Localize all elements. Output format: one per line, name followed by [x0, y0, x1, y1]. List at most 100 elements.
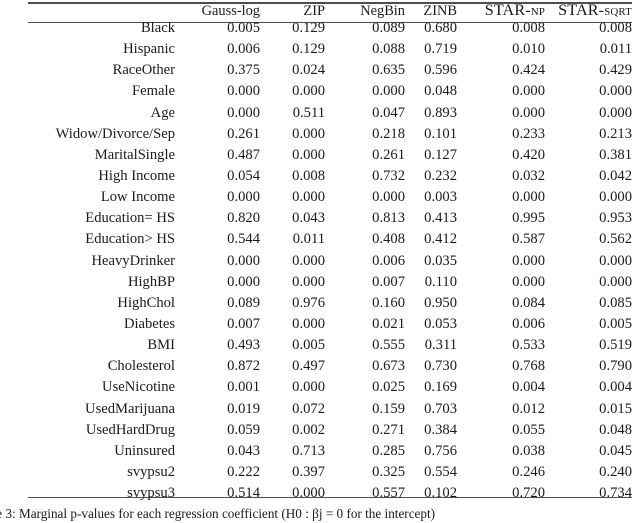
cell-pvalue: 0.375 [227, 62, 260, 79]
cell-pvalue: 0.010 [512, 41, 545, 58]
cell-pvalue: 0.893 [424, 104, 457, 121]
cell-pvalue: 0.159 [372, 400, 405, 417]
cell-pvalue: 0.000 [227, 189, 260, 206]
cell-pvalue: 0.000 [599, 273, 632, 290]
table-row: HighBP 0.000 0.000 0.007 0.110 0.000 0.000 [28, 273, 632, 296]
cell-pvalue: 0.000 [227, 273, 260, 290]
row-label: Black [140, 20, 175, 36]
table-row: RaceOther 0.375 0.024 0.635 0.596 0.424 0.429 [28, 63, 632, 84]
cell-pvalue: 0.003 [424, 189, 457, 206]
cell-pvalue: 0.519 [599, 337, 632, 354]
cell-pvalue: 0.088 [372, 41, 405, 58]
table-row: Hispanic 0.006 0.129 0.088 0.719 0.010 0.011 [28, 42, 632, 63]
cell-pvalue: 0.000 [227, 83, 260, 100]
table-header-row: Gauss-log ZIP NegBin ZINB STAR-np STAR-s… [28, 2, 632, 21]
row-label: Education> HS [85, 231, 175, 248]
cell-pvalue: 0.412 [424, 231, 457, 248]
cell-pvalue: 0.413 [424, 210, 457, 227]
cell-pvalue: 0.002 [292, 421, 325, 438]
cell-pvalue: 0.768 [512, 358, 545, 375]
table-row: svypsu2 0.222 0.397 0.325 0.554 0.246 0.240 [28, 465, 632, 486]
cell-pvalue: 0.007 [227, 315, 260, 332]
cell-pvalue: 0.006 [227, 41, 260, 58]
figure-caption-text: ble 3: Marginal p-values for each regres… [0, 506, 436, 521]
cell-pvalue: 0.084 [512, 294, 545, 311]
row-label: BMI [147, 337, 175, 354]
table-row: Education= HS 0.820 0.043 0.813 0.413 0.995 0.… [28, 211, 632, 232]
table-row: HeavyDrinker 0.000 0.000 0.006 0.035 0.000 0.0… [28, 252, 632, 275]
column-header-star-sqrt: STAR-sqrt [558, 1, 632, 19]
cell-pvalue: 0.101 [424, 125, 457, 142]
cell-pvalue: 0.680 [424, 20, 457, 36]
cell-pvalue: 0.005 [227, 20, 260, 36]
cell-pvalue: 0.950 [424, 294, 457, 311]
cell-pvalue: 0.397 [292, 463, 325, 480]
cell-pvalue: 0.544 [227, 231, 260, 248]
row-label: MaritalSingle [94, 146, 175, 163]
cell-pvalue: 0.213 [599, 125, 632, 142]
row-label: Hispanic [123, 41, 175, 58]
cell-pvalue: 0.720 [512, 485, 545, 502]
row-label: Widow/Divorce/Sep [55, 125, 175, 142]
cell-pvalue: 0.493 [227, 337, 260, 354]
cell-pvalue: 0.820 [227, 210, 260, 227]
cell-pvalue: 0.285 [372, 442, 405, 459]
cell-pvalue: 0.261 [227, 125, 260, 142]
cell-pvalue: 0.261 [372, 146, 405, 163]
cell-pvalue: 0.000 [512, 189, 545, 206]
cell-pvalue: 0.562 [599, 231, 632, 248]
table-row: UseNicotine 0.001 0.000 0.025 0.169 0.004 0.00… [28, 380, 632, 401]
figure-caption: ble 3: Marginal p-values for each regres… [0, 506, 640, 523]
row-label: Female [132, 83, 175, 100]
table-figure-page: Gauss-log ZIP NegBin ZINB STAR-np STAR-s… [0, 0, 640, 523]
cell-pvalue: 0.514 [227, 485, 260, 502]
cell-pvalue: 0.000 [512, 273, 545, 290]
cell-pvalue: 0.232 [424, 167, 457, 184]
cell-pvalue: 0.169 [424, 379, 457, 396]
column-header-star-np: STAR-np [484, 1, 545, 19]
cell-pvalue: 0.000 [227, 252, 260, 269]
cell-pvalue: 0.596 [424, 62, 457, 79]
cell-pvalue: 0.271 [372, 421, 405, 438]
cell-pvalue: 0.015 [599, 400, 632, 417]
row-label: High Income [98, 167, 175, 184]
column-header-negbin: NegBin [360, 3, 405, 19]
cell-pvalue: 0.000 [292, 485, 325, 502]
cell-pvalue: 0.012 [512, 400, 545, 417]
cell-pvalue: 0.032 [512, 167, 545, 184]
cell-pvalue: 0.055 [512, 421, 545, 438]
cell-pvalue: 0.487 [227, 146, 260, 163]
cell-pvalue: 0.000 [292, 252, 325, 269]
cell-pvalue: 0.420 [512, 146, 545, 163]
cell-pvalue: 0.102 [424, 485, 457, 502]
cell-pvalue: 0.424 [512, 62, 545, 79]
table-row: Age 0.000 0.511 0.047 0.893 0.000 0.000 [28, 104, 632, 127]
row-label: HeavyDrinker [91, 252, 175, 269]
cell-pvalue: 0.429 [599, 62, 632, 79]
cell-pvalue: 0.813 [372, 210, 405, 227]
cell-pvalue: 0.000 [512, 252, 545, 269]
cell-pvalue: 0.053 [424, 315, 457, 332]
cell-pvalue: 0.008 [292, 167, 325, 184]
row-label: Uninsured [114, 442, 175, 459]
cell-pvalue: 0.790 [599, 358, 632, 375]
cell-pvalue: 0.008 [512, 20, 545, 36]
cell-pvalue: 0.976 [292, 294, 325, 311]
cell-pvalue: 0.730 [424, 358, 457, 375]
cell-pvalue: 0.000 [372, 83, 405, 100]
row-label: RaceOther [112, 62, 175, 79]
cell-pvalue: 0.555 [372, 337, 405, 354]
cell-pvalue: 0.246 [512, 463, 545, 480]
column-header-zinb: ZINB [423, 3, 457, 19]
row-label: Low Income [100, 189, 175, 206]
row-label: HighChol [117, 294, 175, 311]
table-row: Uninsured 0.043 0.713 0.285 0.756 0.038 0.045 [28, 442, 632, 465]
cell-pvalue: 0.497 [292, 358, 325, 375]
cell-pvalue: 0.000 [512, 104, 545, 121]
cell-pvalue: 0.089 [227, 294, 260, 311]
cell-pvalue: 0.311 [424, 337, 457, 354]
cell-pvalue: 0.673 [372, 358, 405, 375]
cell-pvalue: 0.000 [292, 189, 325, 206]
cell-pvalue: 0.000 [599, 189, 632, 206]
pvalues-table: Gauss-log ZIP NegBin ZINB STAR-np STAR-s… [28, 2, 632, 507]
